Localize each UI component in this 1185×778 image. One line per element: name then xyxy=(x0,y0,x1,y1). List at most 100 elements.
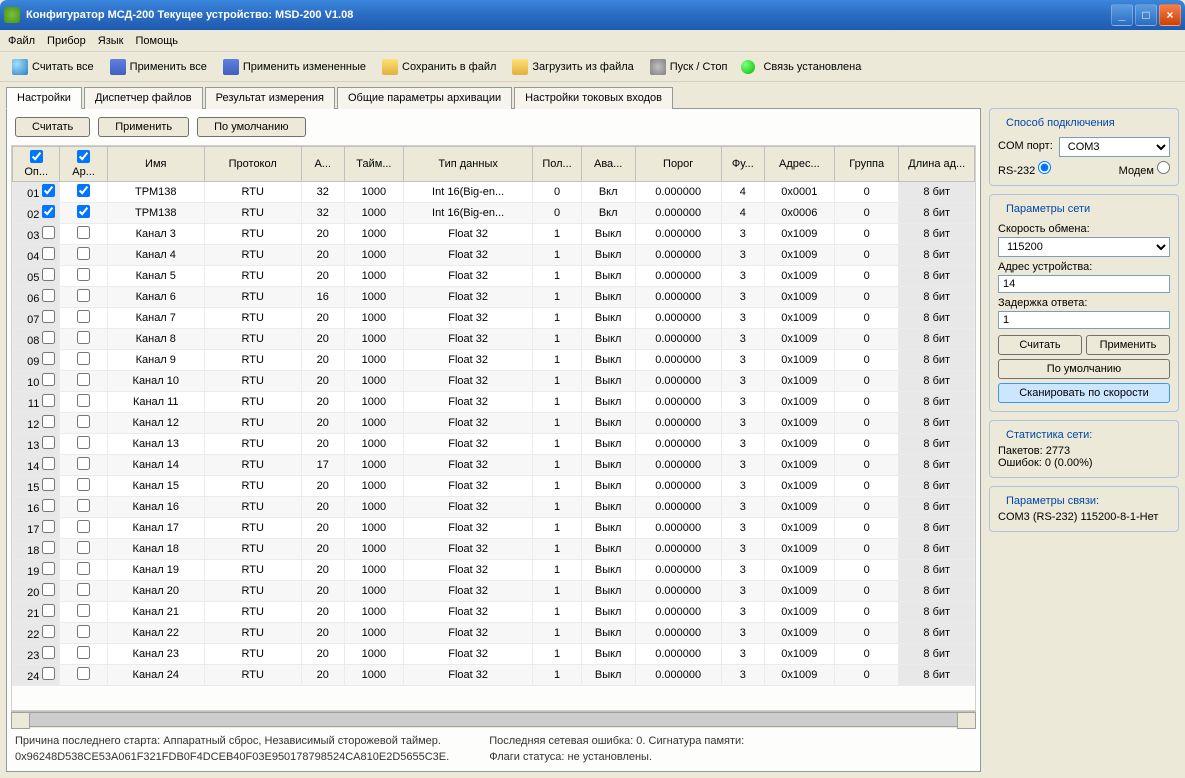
table-row[interactable]: 21 Канал 21RTU201000Float 321Выкл0.00000… xyxy=(13,602,975,623)
op-checkbox[interactable] xyxy=(42,646,55,659)
op-checkbox[interactable] xyxy=(42,541,55,554)
op-checkbox[interactable] xyxy=(42,667,55,680)
tab-settings[interactable]: Настройки xyxy=(6,87,82,109)
menu-help[interactable]: Помощь xyxy=(135,35,178,47)
ar-checkbox[interactable] xyxy=(77,226,90,239)
ar-checkbox[interactable] xyxy=(77,457,90,470)
op-checkbox[interactable] xyxy=(42,226,55,239)
op-checkbox[interactable] xyxy=(42,310,55,323)
ar-checkbox[interactable] xyxy=(77,625,90,638)
ar-checkbox[interactable] xyxy=(77,352,90,365)
op-checkbox[interactable] xyxy=(42,604,55,617)
op-checkbox[interactable] xyxy=(42,478,55,491)
table-row[interactable]: 10 Канал 10RTU201000Float 321Выкл0.00000… xyxy=(13,371,975,392)
table-row[interactable]: 11 Канал 11RTU201000Float 321Выкл0.00000… xyxy=(13,392,975,413)
menu-device[interactable]: Прибор xyxy=(47,35,86,47)
ar-checkbox[interactable] xyxy=(77,373,90,386)
op-checkbox[interactable] xyxy=(42,415,55,428)
header-op-checkbox[interactable] xyxy=(30,150,43,163)
modem-radio[interactable]: Модем xyxy=(1119,161,1170,177)
ar-checkbox[interactable] xyxy=(77,289,90,302)
ar-checkbox[interactable] xyxy=(77,184,90,197)
op-checkbox[interactable] xyxy=(42,268,55,281)
addr-input[interactable] xyxy=(998,275,1170,293)
op-checkbox[interactable] xyxy=(42,583,55,596)
table-row[interactable]: 09 Канал 9RTU201000Float 321Выкл0.000000… xyxy=(13,350,975,371)
ar-checkbox[interactable] xyxy=(77,247,90,260)
table-row[interactable]: 04 Канал 4RTU201000Float 321Выкл0.000000… xyxy=(13,245,975,266)
delay-input[interactable] xyxy=(998,311,1170,329)
tool-apply-changed[interactable]: Применить измененные xyxy=(217,56,372,78)
apply-button[interactable]: Применить xyxy=(98,117,189,137)
table-row[interactable]: 16 Канал 16RTU201000Float 321Выкл0.00000… xyxy=(13,497,975,518)
channel-table-wrap[interactable]: Оп... Ар...ИмяПротоколА...Тайм...Тип дан… xyxy=(11,145,976,711)
ar-checkbox[interactable] xyxy=(77,520,90,533)
ar-checkbox[interactable] xyxy=(77,604,90,617)
minimize-button[interactable]: _ xyxy=(1111,4,1133,26)
menu-lang[interactable]: Язык xyxy=(98,35,124,47)
horizontal-scrollbar[interactable] xyxy=(11,711,976,728)
tool-save-file[interactable]: Сохранить в файл xyxy=(376,56,502,78)
header-ar-checkbox[interactable] xyxy=(77,150,90,163)
tab-archive[interactable]: Общие параметры архивации xyxy=(337,87,512,109)
ar-checkbox[interactable] xyxy=(77,394,90,407)
ar-checkbox[interactable] xyxy=(77,478,90,491)
close-button[interactable]: × xyxy=(1159,4,1181,26)
tab-files[interactable]: Диспетчер файлов xyxy=(84,87,203,109)
op-checkbox[interactable] xyxy=(42,625,55,638)
tool-apply-all[interactable]: Применить все xyxy=(104,56,213,78)
op-checkbox[interactable] xyxy=(42,457,55,470)
table-row[interactable]: 19 Канал 19RTU201000Float 321Выкл0.00000… xyxy=(13,560,975,581)
table-row[interactable]: 15 Канал 15RTU201000Float 321Выкл0.00000… xyxy=(13,476,975,497)
rs232-radio[interactable]: RS-232 xyxy=(998,161,1051,177)
side-apply-button[interactable]: Применить xyxy=(1086,335,1170,355)
speed-select[interactable]: 115200 xyxy=(998,237,1170,257)
table-row[interactable]: 07 Канал 7RTU201000Float 321Выкл0.000000… xyxy=(13,308,975,329)
op-checkbox[interactable] xyxy=(42,562,55,575)
ar-checkbox[interactable] xyxy=(77,436,90,449)
tool-load-file[interactable]: Загрузить из файла xyxy=(506,56,639,78)
op-checkbox[interactable] xyxy=(42,331,55,344)
table-row[interactable]: 20 Канал 20RTU201000Float 321Выкл0.00000… xyxy=(13,581,975,602)
op-checkbox[interactable] xyxy=(42,289,55,302)
ar-checkbox[interactable] xyxy=(77,268,90,281)
ar-checkbox[interactable] xyxy=(77,583,90,596)
tab-result[interactable]: Результат измерения xyxy=(205,87,335,109)
table-row[interactable]: 02 ТРМ138RTU321000Int 16(Big-en...0Вкл0.… xyxy=(13,203,975,224)
maximize-button[interactable]: □ xyxy=(1135,4,1157,26)
tab-current-inputs[interactable]: Настройки токовых входов xyxy=(514,87,673,109)
op-checkbox[interactable] xyxy=(42,373,55,386)
op-checkbox[interactable] xyxy=(42,205,55,218)
op-checkbox[interactable] xyxy=(42,520,55,533)
table-row[interactable]: 01 ТРМ138RTU321000Int 16(Big-en...0Вкл0.… xyxy=(13,182,975,203)
table-row[interactable]: 22 Канал 22RTU201000Float 321Выкл0.00000… xyxy=(13,623,975,644)
table-row[interactable]: 03 Канал 3RTU201000Float 321Выкл0.000000… xyxy=(13,224,975,245)
table-row[interactable]: 14 Канал 14RTU171000Float 321Выкл0.00000… xyxy=(13,455,975,476)
op-checkbox[interactable] xyxy=(42,247,55,260)
ar-checkbox[interactable] xyxy=(77,646,90,659)
op-checkbox[interactable] xyxy=(42,184,55,197)
table-row[interactable]: 18 Канал 18RTU201000Float 321Выкл0.00000… xyxy=(13,539,975,560)
table-row[interactable]: 12 Канал 12RTU201000Float 321Выкл0.00000… xyxy=(13,413,975,434)
op-checkbox[interactable] xyxy=(42,394,55,407)
ar-checkbox[interactable] xyxy=(77,205,90,218)
ar-checkbox[interactable] xyxy=(77,541,90,554)
side-read-button[interactable]: Считать xyxy=(998,335,1082,355)
ar-checkbox[interactable] xyxy=(77,331,90,344)
table-row[interactable]: 05 Канал 5RTU201000Float 321Выкл0.000000… xyxy=(13,266,975,287)
table-row[interactable]: 24 Канал 24RTU201000Float 321Выкл0.00000… xyxy=(13,665,975,686)
table-row[interactable]: 17 Канал 17RTU201000Float 321Выкл0.00000… xyxy=(13,518,975,539)
op-checkbox[interactable] xyxy=(42,499,55,512)
ar-checkbox[interactable] xyxy=(77,415,90,428)
tool-read-all[interactable]: Считать все xyxy=(6,56,100,78)
ar-checkbox[interactable] xyxy=(77,310,90,323)
ar-checkbox[interactable] xyxy=(77,562,90,575)
op-checkbox[interactable] xyxy=(42,352,55,365)
table-row[interactable]: 23 Канал 23RTU201000Float 321Выкл0.00000… xyxy=(13,644,975,665)
side-default-button[interactable]: По умолчанию xyxy=(998,359,1170,379)
ar-checkbox[interactable] xyxy=(77,667,90,680)
tool-start-stop[interactable]: Пуск / Стоп xyxy=(644,56,734,78)
ar-checkbox[interactable] xyxy=(77,499,90,512)
read-button[interactable]: Считать xyxy=(15,117,90,137)
table-row[interactable]: 08 Канал 8RTU201000Float 321Выкл0.000000… xyxy=(13,329,975,350)
